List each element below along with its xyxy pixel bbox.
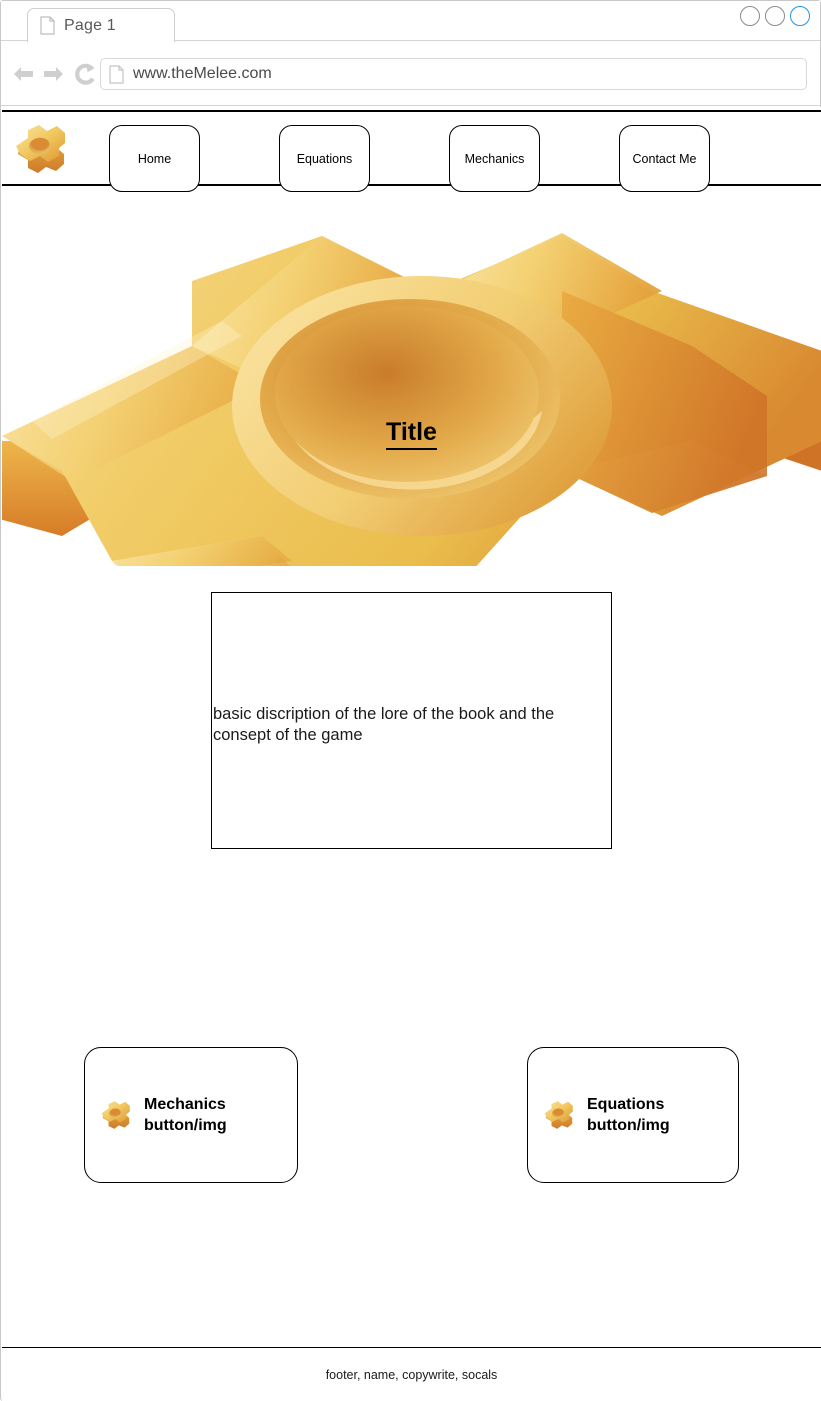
nav-label-mechanics: Mechanics	[464, 151, 525, 166]
page-icon	[40, 16, 55, 35]
site-navigation: Home Equations Mechanics Contact Me	[2, 110, 821, 192]
mechanics-card-label: Mechanics button/img	[144, 1096, 227, 1134]
gear-icon	[544, 1101, 573, 1129]
large-gear-illustration	[2, 233, 821, 566]
gear-icon	[101, 1101, 130, 1129]
nav-label-equations: Equations	[296, 151, 353, 166]
sidebar-item-home[interactable]: Home	[109, 125, 200, 192]
close-button[interactable]	[790, 6, 810, 26]
nav-label-contact-me: Contact Me	[632, 151, 697, 166]
nav-label-home: Home	[137, 151, 172, 166]
address-bar-url: www.theMelee.com	[133, 65, 272, 82]
gear-logo-icon[interactable]	[8, 116, 74, 182]
forward-arrow-icon[interactable]	[40, 61, 66, 87]
page-icon	[109, 64, 124, 84]
browser-window: Page 1 www.theMelee.com Title Home Equat…	[0, 0, 821, 1401]
page-footer: footer, name, copywrite, socals	[2, 1347, 821, 1401]
equations-card-button[interactable]: Equations button/img	[527, 1047, 739, 1183]
address-bar[interactable]: www.theMelee.com	[100, 58, 807, 90]
maximize-button[interactable]	[765, 6, 785, 26]
back-arrow-icon[interactable]	[11, 61, 37, 87]
minimize-button[interactable]	[740, 6, 760, 26]
description-box: basic discription of the lore of the boo…	[211, 592, 612, 849]
page-viewport: Title Home Equations Mechanics Contact M…	[2, 107, 821, 1401]
mechanics-card-button[interactable]: Mechanics button/img	[84, 1047, 298, 1183]
screenshot-root: Page 1 www.theMelee.com Title Home Equat…	[0, 0, 821, 1401]
reload-icon[interactable]	[72, 61, 98, 87]
browser-tab-page-1[interactable]: Page 1	[27, 8, 175, 42]
sidebar-item-contact-me[interactable]: Contact Me	[619, 125, 710, 192]
sidebar-item-equations[interactable]: Equations	[279, 125, 370, 192]
equations-card-label: Equations button/img	[587, 1096, 670, 1134]
browser-tabstrip: Page 1	[1, 1, 820, 42]
footer-text: footer, name, copywrite, socals	[325, 1367, 498, 1382]
sidebar-item-mechanics[interactable]: Mechanics	[449, 125, 540, 192]
window-controls	[740, 6, 810, 26]
browser-tab-label: Page 1	[64, 16, 116, 34]
hero-section: Title	[2, 186, 821, 566]
description-text: basic discription of the lore of the boo…	[213, 705, 555, 744]
